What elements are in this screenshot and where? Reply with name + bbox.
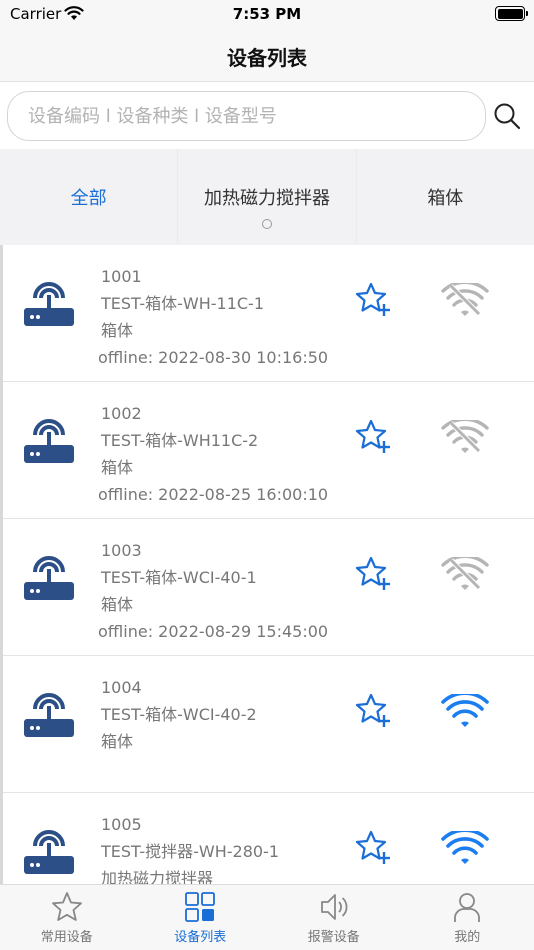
add-favorite-icon[interactable]: [355, 829, 393, 867]
device-type: 箱体: [101, 458, 134, 477]
tab-label: 全部: [70, 188, 107, 209]
device-row[interactable]: 1004 TEST-箱体-WCI-40-2 箱体: [3, 656, 534, 793]
device-code: 1004: [101, 678, 142, 697]
tabbar-item-profile[interactable]: 我的: [401, 885, 534, 950]
tab-cabinet[interactable]: 箱体: [357, 149, 534, 245]
speaker-icon: [320, 894, 348, 920]
tabbar-label: 设备列表: [174, 930, 227, 945]
scroll-indicator-dot: [261, 219, 272, 229]
device-name: TEST-箱体-WCI-40-1: [101, 568, 257, 587]
tab-stirrer[interactable]: 加热磁力搅拌器: [178, 149, 357, 245]
device-name: TEST-箱体-WCI-40-2: [101, 705, 257, 724]
device-type: 加热磁力搅拌器: [101, 869, 214, 884]
device-status: offline: 2022-08-30 10:16:50: [98, 348, 329, 367]
tabbar-item-alarms[interactable]: 报警设备: [267, 885, 401, 950]
device-status: offline: 2022-08-25 16:00:10: [98, 485, 329, 504]
battery-icon: [495, 6, 528, 21]
clock: 7:53 PM: [232, 5, 302, 23]
star-icon: [51, 892, 82, 921]
device-row[interactable]: 1001 TEST-箱体-WH-11C-1 箱体 offline: 2022-0…: [3, 245, 534, 382]
device-status: offline: 2022-08-29 15:45:00: [98, 622, 329, 641]
router-icon: [24, 282, 74, 326]
tabbar-label: 我的: [454, 930, 481, 945]
router-icon: [24, 419, 74, 463]
wifi-on-icon: [441, 694, 489, 727]
device-row[interactable]: 1002 TEST-箱体-WH11C-2 箱体 offline: 2022-08…: [3, 382, 534, 519]
device-row[interactable]: 1003 TEST-箱体-WCI-40-1 箱体 offline: 2022-0…: [3, 519, 534, 656]
router-icon: [24, 693, 74, 737]
device-code: 1001: [101, 267, 142, 286]
category-tabs: 全部 加热磁力搅拌器 箱体: [0, 149, 534, 245]
device-code: 1002: [101, 404, 142, 423]
tab-all[interactable]: 全部: [0, 149, 179, 245]
tab-label: 箱体: [427, 188, 464, 209]
device-name: TEST-搅拌器-WH-280-1: [101, 842, 280, 861]
navigation-bar: 设备列表: [0, 30, 534, 82]
device-row[interactable]: 1005 TEST-搅拌器-WH-280-1 加热磁力搅拌器: [3, 793, 534, 884]
search-bar: [0, 83, 534, 149]
device-code: 1005: [101, 815, 142, 834]
wifi-off-icon: [441, 283, 489, 316]
device-type: 箱体: [101, 321, 134, 340]
wifi-off-icon: [441, 557, 489, 590]
wifi-off-icon: [441, 420, 489, 453]
device-code: 1003: [101, 541, 142, 560]
device-type: 箱体: [101, 732, 134, 751]
router-icon: [24, 830, 74, 874]
add-favorite-icon[interactable]: [355, 692, 393, 730]
person-icon: [454, 893, 481, 922]
add-favorite-icon[interactable]: [355, 281, 393, 319]
search-icon[interactable]: [492, 101, 522, 131]
wifi-on-icon: [441, 831, 489, 864]
grid-icon: [185, 892, 216, 922]
tabbar-item-device-list[interactable]: 设备列表: [134, 885, 268, 950]
status-bar: Carrier 7:53 PM: [0, 0, 534, 30]
router-icon: [24, 556, 74, 600]
device-name: TEST-箱体-WH11C-2: [101, 431, 259, 450]
page-title: 设备列表: [227, 46, 307, 70]
tabbar-item-favorites[interactable]: 常用设备: [0, 885, 134, 950]
tabbar-label: 报警设备: [307, 930, 360, 945]
device-name: TEST-箱体-WH-11C-1: [101, 294, 265, 313]
tab-label: 加热磁力搅拌器: [203, 188, 330, 209]
search-input[interactable]: [7, 91, 486, 141]
bottom-tab-bar: 常用设备 设备列表 报警设备 我的: [0, 884, 534, 950]
tabbar-label: 常用设备: [40, 930, 93, 945]
add-favorite-icon[interactable]: [355, 418, 393, 456]
device-list[interactable]: 1001 TEST-箱体-WH-11C-1 箱体 offline: 2022-0…: [0, 245, 534, 884]
add-favorite-icon[interactable]: [355, 555, 393, 593]
device-type: 箱体: [101, 595, 134, 614]
